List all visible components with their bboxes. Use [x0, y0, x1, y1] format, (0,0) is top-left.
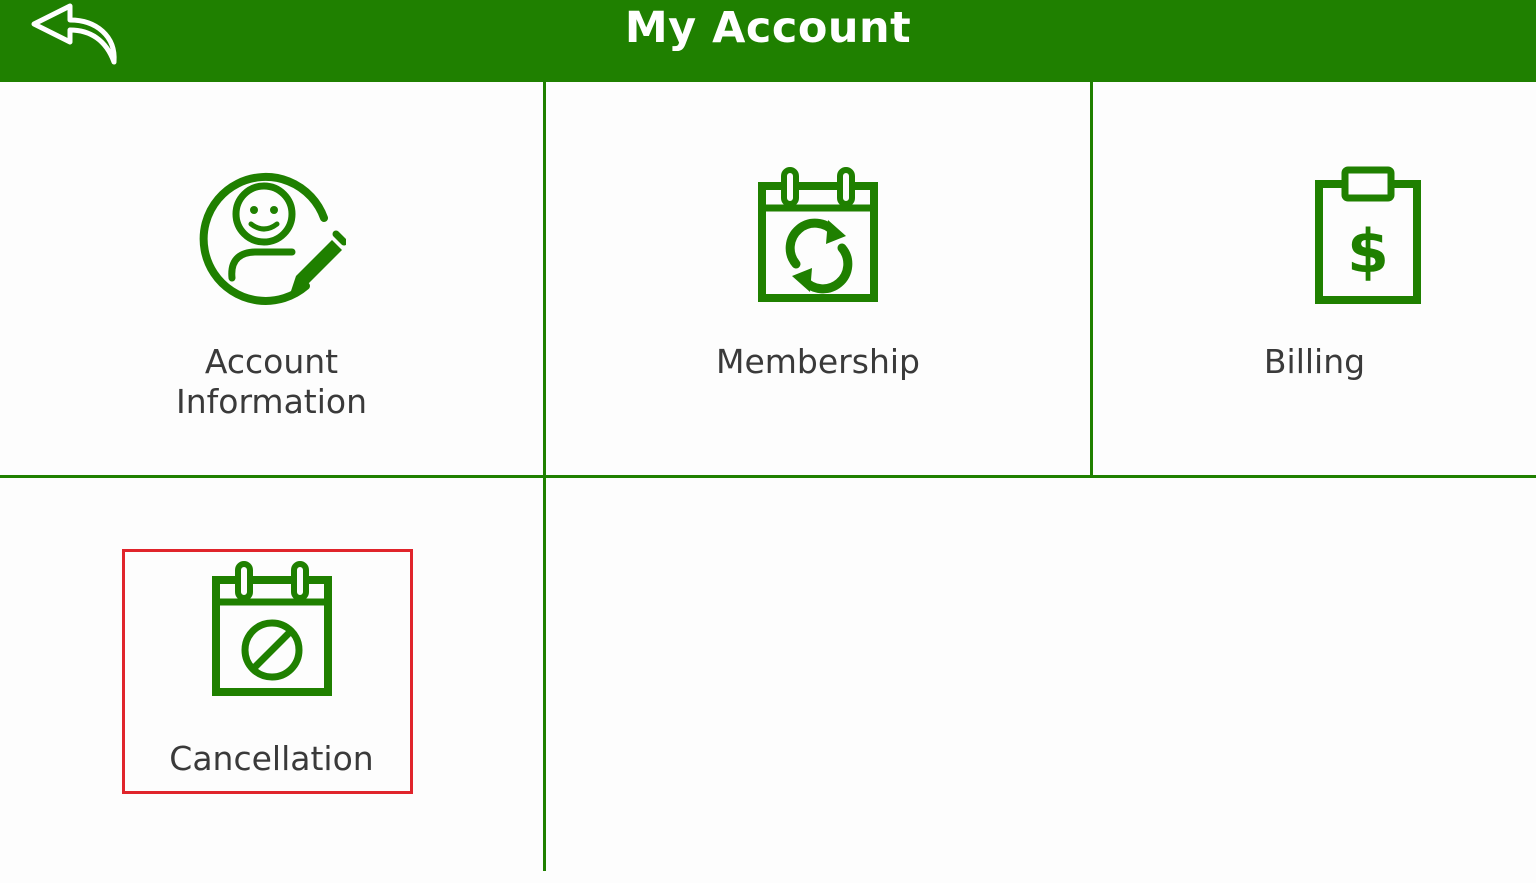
tile-label-account-information: Account Information [175, 342, 368, 421]
header-bar: My Account [0, 0, 1536, 82]
tile-label-membership: Membership [716, 342, 920, 381]
clipboard-dollar-icon: $ [1315, 166, 1421, 304]
page-title: My Account [624, 3, 912, 53]
user-edit-icon [199, 172, 346, 305]
tile-billing[interactable]: $ Billing [1093, 84, 1536, 475]
calendar-refresh-icon [758, 167, 878, 302]
tile-membership[interactable]: Membership [546, 84, 1090, 475]
svg-text:$: $ [1347, 217, 1389, 287]
tile-label-billing: Billing [1263, 342, 1366, 381]
tile-account-information[interactable]: Account Information [0, 84, 543, 475]
highlight-box [122, 549, 413, 794]
